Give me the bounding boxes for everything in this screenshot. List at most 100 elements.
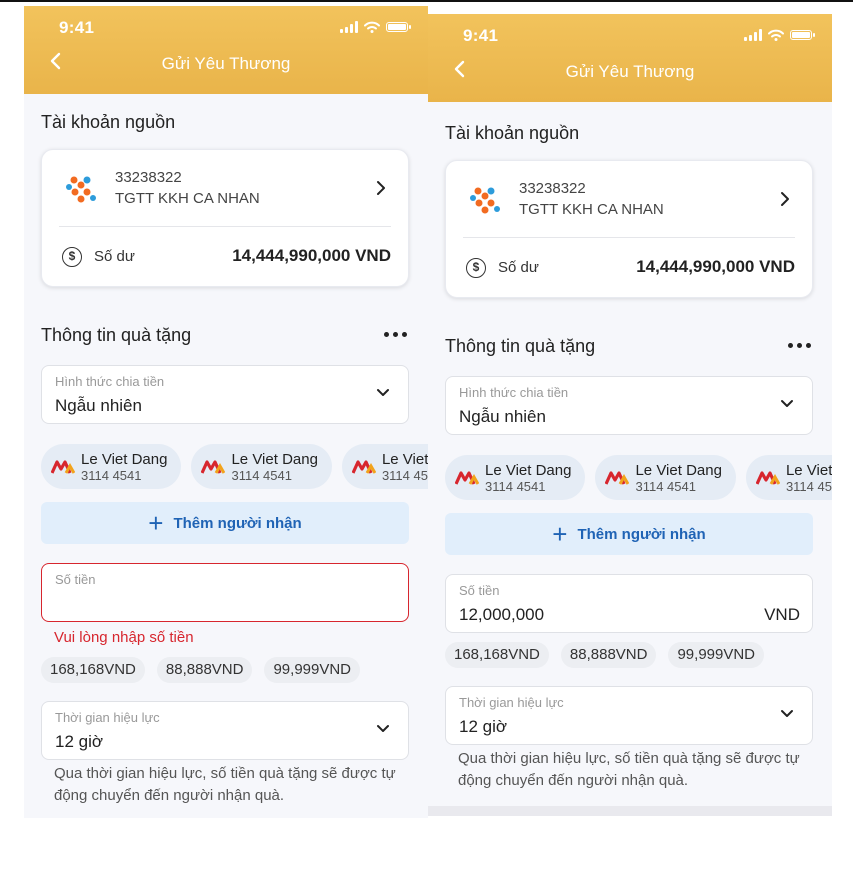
split-type-value: Ngẫu nhiên: [55, 396, 142, 415]
status-time: 9:41: [59, 18, 95, 37]
amount-preset-chip[interactable]: 88,888VND: [156, 657, 253, 683]
chevron-right-icon: [781, 192, 789, 206]
amount-input[interactable]: Số tiền 12,000,000 VND: [445, 574, 813, 633]
amount-preset-chip[interactable]: 99,999VND: [264, 657, 361, 683]
balance-value: 14,444,990,000 VND: [232, 246, 391, 265]
recipient-chip[interactable]: Le Viet Dang3114 4541: [341, 444, 428, 489]
add-recipient-button[interactable]: + Thêm người nhận: [41, 502, 409, 544]
source-account-card[interactable]: 33238322 TGTT KKH CA NHAN $ Số dư 14,444…: [41, 149, 409, 287]
validity-value: 12 giờ: [459, 717, 508, 736]
validity-label: Thời gian hiệu lực: [459, 695, 564, 710]
validity-label: Thời gian hiệu lực: [55, 710, 160, 725]
recipient-phone: 3114 4541: [81, 467, 142, 483]
plus-icon: +: [552, 519, 568, 549]
validity-note: Qua thời gian hiệu lực, số tiền quà tặng…: [458, 750, 800, 789]
recipient-list: Le Viet Dang 3114 4541 Le Viet Dang 3114 4…: [41, 444, 428, 489]
split-type-label: Hình thức chia tiền: [459, 385, 569, 400]
plus-icon: +: [148, 508, 164, 538]
split-type-value: Ngẫu nhiên: [459, 407, 546, 426]
recipient-phone: 3114 4541: [231, 467, 292, 483]
chevron-right-icon: [377, 181, 385, 195]
recipient-phone: 3114 4541: [381, 467, 428, 483]
signal-icon: [744, 29, 762, 41]
phone-screen-filled: 9:41 Gửi Yêu Thương Tài khoản nguồn 3323…: [428, 14, 832, 816]
validity-value: 12 giờ: [55, 732, 104, 751]
phone-screen-error: 9:41 Gửi Yêu Thương Tài khoản nguồn 3323…: [24, 6, 428, 818]
account-name: TGTT KKH CA NHAN: [115, 190, 260, 207]
validity-select[interactable]: Thời gian hiệu lực 12 giờ: [445, 686, 813, 745]
split-type-select[interactable]: Hình thức chia tiền Ngẫu nhiên: [445, 376, 813, 435]
amount-preset-chip[interactable]: 88,888VND: [560, 642, 657, 668]
recipient-name: Le Viet Dang: [81, 450, 168, 468]
recipient-logo-icon: [51, 459, 75, 474]
bottom-strip: [428, 806, 832, 816]
recipient-chip[interactable]: Le Viet Dang3114 4541: [595, 455, 736, 500]
chevron-down-icon: [781, 400, 793, 407]
add-recipient-label: Thêm người nhận: [173, 514, 302, 532]
top-border: [0, 0, 853, 2]
recipient-chip[interactable]: Le Viet Dang3114 4541: [745, 455, 832, 500]
source-account-title: Tài khoản nguồn: [445, 123, 580, 143]
status-icons: [744, 29, 815, 41]
recipient-chip[interactable]: Le Viet Dang3114 4541: [41, 444, 182, 489]
balance-label: Số dư: [498, 259, 539, 276]
validity-select[interactable]: Thời gian hiệu lực 12 giờ: [41, 701, 409, 760]
amount-presets: 168,168VND 88,888VND 99,999VND: [41, 657, 361, 683]
bank-logo-icon: [470, 187, 500, 214]
split-type-label: Hình thức chia tiền: [55, 374, 165, 389]
source-account-title: Tài khoản nguồn: [41, 112, 176, 132]
amount-label: Số tiền: [459, 583, 500, 598]
card-divider: [463, 237, 795, 238]
recipient-name: Le Viet Dang: [635, 461, 722, 479]
account-number: 33238322: [519, 180, 586, 197]
account-number: 33238322: [115, 169, 182, 186]
gift-info-title: Thông tin quà tặng: [41, 325, 192, 345]
wifi-icon: [768, 29, 784, 41]
add-recipient-label: Thêm người nhận: [577, 525, 706, 543]
recipient-name: Le Viet Dang: [785, 461, 832, 479]
chevron-down-icon: [781, 710, 793, 717]
app-header: 9:41 Gửi Yêu Thương: [24, 6, 428, 94]
recipient-name: Le Viet Dang: [381, 450, 428, 468]
amount-preset-chip[interactable]: 168,168VND: [445, 642, 549, 668]
page-title: Gửi Yêu Thương: [565, 62, 695, 81]
bank-logo-icon: [66, 176, 96, 203]
chevron-down-icon: [377, 725, 389, 732]
recipient-logo-icon: [605, 470, 630, 485]
status-time: 9:41: [463, 26, 499, 45]
account-name: TGTT KKH CA NHAN: [519, 201, 664, 218]
validity-note: Qua thời gian hiệu lực, số tiền quà tặng…: [54, 765, 396, 804]
amount-value: 12,000,000: [459, 605, 545, 624]
amount-preset-chip[interactable]: 99,999VND: [668, 642, 765, 668]
gift-info-title: Thông tin quà tặng: [445, 336, 596, 356]
split-type-select[interactable]: Hình thức chia tiền Ngẫu nhiên: [41, 365, 409, 424]
chevron-down-icon: [377, 389, 389, 396]
balance-label: Số dư: [94, 248, 135, 265]
more-options-icon[interactable]: [384, 330, 408, 338]
recipient-logo-icon: [351, 459, 376, 474]
recipient-chip[interactable]: Le Viet Dang3114 4541: [445, 455, 586, 500]
recipient-name: Le Viet Dang: [485, 461, 572, 479]
amount-preset-chip[interactable]: 168,168VND: [41, 657, 145, 683]
battery-icon: [790, 30, 815, 40]
battery-icon: [386, 22, 411, 32]
recipient-list: Le Viet Dang 3114 4541 Le Viet Dang 3114 4…: [445, 455, 832, 500]
amount-input[interactable]: Số tiền: [41, 563, 409, 622]
recipient-chip[interactable]: Le Viet Dang3114 4541: [191, 444, 332, 489]
add-recipient-button[interactable]: + Thêm người nhận: [445, 513, 813, 555]
recipient-logo-icon: [201, 459, 226, 474]
amount-unit: VND: [764, 605, 800, 624]
wifi-icon: [364, 21, 380, 33]
app-header: 9:41 Gửi Yêu Thương: [428, 14, 832, 102]
recipient-name: Le Viet Dang: [231, 450, 318, 468]
amount-presets: 168,168VND 88,888VND 99,999VND: [445, 642, 765, 668]
dollar-circle-icon: $: [466, 258, 486, 278]
card-divider: [59, 226, 391, 227]
amount-label: Số tiền: [55, 572, 96, 587]
balance-value: 14,444,990,000 VND: [636, 257, 795, 276]
recipient-logo-icon: [455, 470, 479, 485]
more-options-icon[interactable]: [788, 341, 812, 349]
recipient-phone: 3114 4541: [485, 478, 546, 494]
signal-icon: [340, 21, 358, 33]
source-account-card[interactable]: 33238322 TGTT KKH CA NHAN $ Số dư 14,444…: [445, 160, 813, 298]
